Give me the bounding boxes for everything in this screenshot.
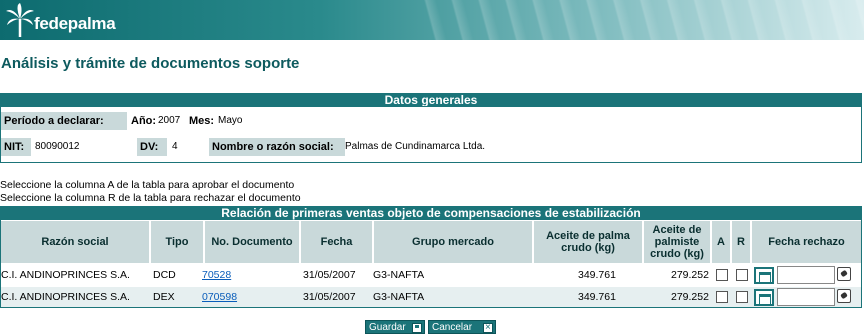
eraser-icon[interactable] [837, 289, 851, 303]
anio-value: 2007 [158, 115, 181, 126]
mes-value: Mayo [218, 115, 243, 126]
column-header-razon: Razón social [1, 221, 149, 263]
palm-tree-icon [6, 3, 34, 37]
cell-fecha: 31/05/2007 [303, 269, 356, 281]
close-icon [483, 321, 493, 335]
rejection-date-input[interactable] [777, 288, 835, 306]
nit-value: 80090012 [35, 141, 80, 152]
instruction-reject: Seleccione la columna R de la tabla para… [0, 192, 301, 204]
mes-label: Mes: [189, 115, 215, 127]
nit-label: NIT: [1, 138, 31, 156]
cell-tipo: DCD [153, 269, 176, 281]
brand-name: fedepalma [34, 14, 116, 33]
cell-razon: C.I. ANDINOPRINCES S.A. [1, 269, 130, 281]
cell-tipo: DEX [153, 291, 175, 303]
header-decoration [420, 0, 864, 40]
column-header-grupo: Grupo mercado [374, 221, 532, 263]
cell-palmiste: 279.252 [671, 269, 709, 281]
page-title: Análisis y trámite de documentos soporte [1, 55, 300, 72]
cell-fecha: 31/05/2007 [303, 291, 356, 303]
rejection-date-input[interactable] [777, 266, 835, 284]
cell-palma: 349.761 [578, 291, 616, 303]
column-header-palma: Aceite de palma crudo (kg) [534, 221, 642, 263]
column-header-a: A [712, 221, 730, 263]
column-header-fecha: Fecha [301, 221, 372, 263]
cell-palmiste: 279.252 [671, 291, 709, 303]
header-banner: fedepalma [0, 0, 864, 40]
cell-palma: 349.761 [578, 269, 616, 281]
cell-razon: C.I. ANDINOPRINCES S.A. [1, 291, 130, 303]
save-button-label: Guardar [369, 322, 406, 333]
table-row: C.I. ANDINOPRINCES S.A. DEX 070598 31/05… [1, 287, 861, 307]
document-link[interactable]: 070598 [202, 287, 237, 307]
razon-label: Nombre o razón social: [209, 138, 345, 156]
save-button[interactable]: Guardar [365, 320, 425, 334]
razon-value: Palmas de Cundinamarca Ltda. [345, 141, 486, 152]
eraser-icon[interactable] [837, 267, 851, 281]
anio-label: Año: [131, 115, 157, 127]
calendar-icon[interactable] [754, 289, 774, 306]
column-header-palmiste: Aceite de palmiste crudo (kg) [644, 221, 710, 263]
instruction-approve: Seleccione la columna A de la tabla para… [0, 179, 295, 191]
document-link[interactable]: 70528 [202, 265, 231, 285]
datos-generales-header: Datos generales [0, 93, 862, 107]
cell-grupo: G3-NAFTA [373, 269, 425, 281]
dv-value: 4 [172, 141, 178, 152]
approve-checkbox[interactable] [716, 291, 728, 303]
calendar-icon[interactable] [754, 267, 774, 284]
column-header-rechazo: Fecha rechazo [752, 221, 861, 263]
table-row: C.I. ANDINOPRINCES S.A. DCD 70528 31/05/… [1, 265, 861, 285]
periodo-label: Período a declarar: [1, 112, 127, 130]
approve-checkbox[interactable] [716, 269, 728, 281]
column-header-documento: No. Documento [205, 221, 299, 263]
floppy-disk-icon [412, 323, 422, 333]
dv-label: DV: [137, 138, 167, 156]
column-header-tipo: Tipo [151, 221, 203, 263]
column-header-r: R [732, 221, 750, 263]
reject-checkbox[interactable] [736, 291, 748, 303]
reject-checkbox[interactable] [736, 269, 748, 281]
cancel-button[interactable]: Cancelar [428, 320, 496, 335]
cell-grupo: G3-NAFTA [373, 291, 425, 303]
cancel-button-label: Cancelar [432, 322, 473, 333]
